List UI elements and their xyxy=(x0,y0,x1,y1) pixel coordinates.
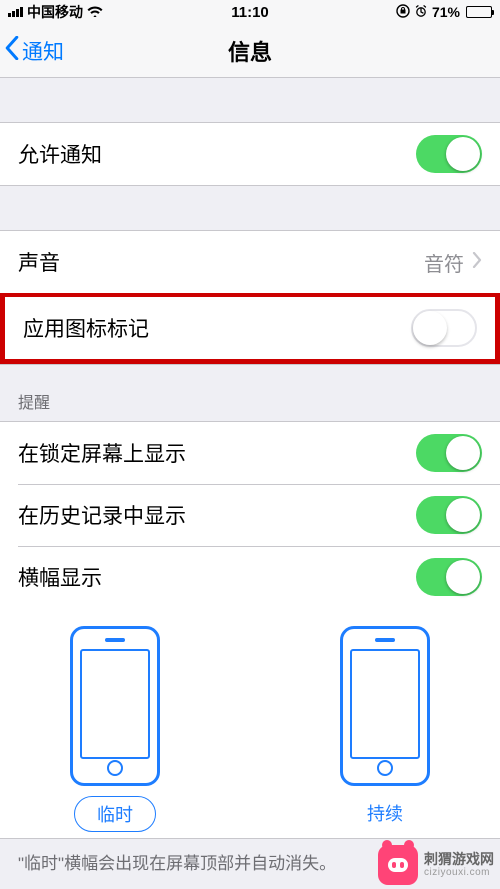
watermark: 刺猬游戏网 ciziyouxi.com xyxy=(378,845,494,885)
banner-temporary-label: 临时 xyxy=(74,796,156,832)
signal-icon xyxy=(8,7,23,17)
sounds-label: 声音 xyxy=(18,247,60,277)
sounds-value: 音符 xyxy=(424,248,464,277)
battery-percent: 71% xyxy=(432,4,460,20)
highlight-annotation: 应用图标标记 xyxy=(0,292,500,364)
sounds-row[interactable]: 声音 音符 xyxy=(0,231,500,293)
show-on-lock-row: 在锁定屏幕上显示 xyxy=(0,422,500,484)
badge-app-icon-label: 应用图标标记 xyxy=(23,313,149,343)
wifi-icon xyxy=(87,5,103,20)
allow-notifications-label: 允许通知 xyxy=(18,139,102,169)
banner-style-temporary[interactable]: 临时 xyxy=(70,626,160,832)
badge-app-icon-row: 应用图标标记 xyxy=(5,297,495,359)
show-banners-row: 横幅显示 xyxy=(0,546,500,608)
allow-notifications-toggle[interactable] xyxy=(416,135,482,173)
watermark-name: 刺猬游戏网 xyxy=(424,852,494,867)
battery-icon xyxy=(466,6,492,18)
show-banners-toggle[interactable] xyxy=(416,558,482,596)
page-title: 信息 xyxy=(228,35,272,67)
allow-notifications-row: 允许通知 xyxy=(0,123,500,185)
badge-app-icon-toggle[interactable] xyxy=(411,309,477,347)
banner-style-row: 临时 持续 xyxy=(0,608,500,838)
phone-illustration-icon xyxy=(70,626,160,786)
show-on-lock-toggle[interactable] xyxy=(416,434,482,472)
watermark-url: ciziyouxi.com xyxy=(424,867,494,878)
phone-illustration-icon xyxy=(340,626,430,786)
show-banners-label: 横幅显示 xyxy=(18,562,102,592)
alerts-section-header: 提醒 xyxy=(0,365,500,421)
show-in-history-row: 在历史记录中显示 xyxy=(0,484,500,546)
show-in-history-label: 在历史记录中显示 xyxy=(18,500,186,530)
status-bar: 中国移动 11:10 71% xyxy=(0,0,500,24)
chevron-right-icon xyxy=(472,251,482,274)
show-in-history-toggle[interactable] xyxy=(416,496,482,534)
watermark-logo-icon xyxy=(378,845,418,885)
show-on-lock-label: 在锁定屏幕上显示 xyxy=(18,438,186,468)
chevron-left-icon xyxy=(4,36,20,66)
back-label: 通知 xyxy=(22,36,64,66)
banner-persistent-label: 持续 xyxy=(345,796,425,830)
orientation-lock-icon xyxy=(396,4,410,21)
carrier-label: 中国移动 xyxy=(27,2,83,22)
banner-style-persistent[interactable]: 持续 xyxy=(340,626,430,832)
nav-header: 通知 信息 xyxy=(0,24,500,78)
back-button[interactable]: 通知 xyxy=(4,24,64,77)
alarm-icon xyxy=(414,4,428,21)
